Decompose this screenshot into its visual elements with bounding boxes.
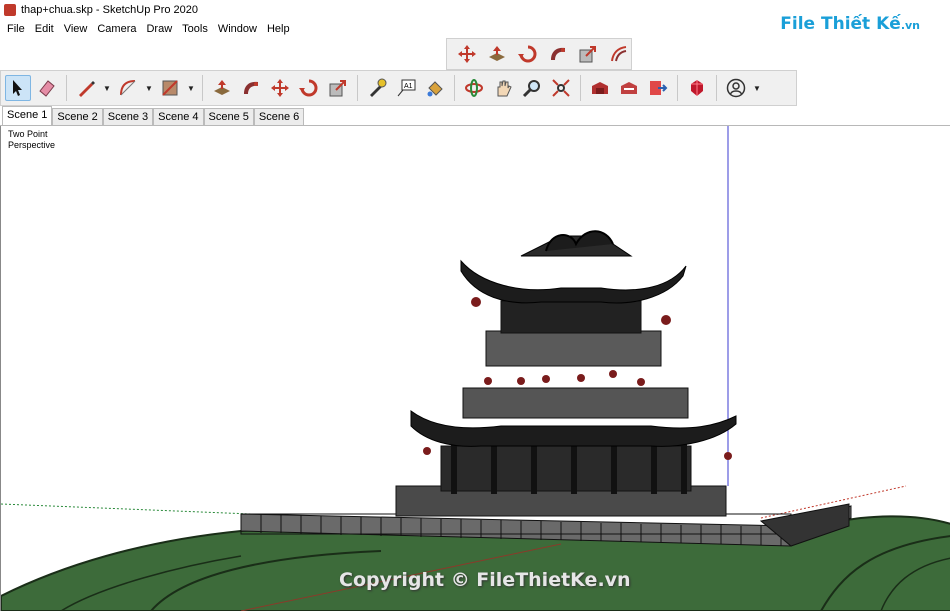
account-button[interactable] — [723, 75, 749, 101]
orbit-icon — [465, 79, 483, 97]
follow-me-button[interactable] — [238, 75, 264, 101]
move-button[interactable] — [455, 41, 479, 67]
toolbar-separator — [580, 75, 581, 101]
upper-balcony — [485, 330, 662, 367]
orbit-button[interactable] — [461, 75, 487, 101]
warehouse-icon — [592, 82, 608, 94]
toolbar-separator — [454, 75, 455, 101]
menu-edit[interactable]: Edit — [30, 23, 59, 35]
follow-me-icon — [551, 47, 566, 60]
menu-view[interactable]: View — [59, 23, 93, 35]
window-title: thap+chua.skp - SketchUp Pro 2020 — [21, 4, 199, 16]
line-dropdown-icon[interactable]: ▼ — [102, 75, 112, 101]
tape-measure-icon — [370, 78, 387, 97]
push-pull-button[interactable] — [485, 41, 509, 67]
push-pull-icon — [489, 46, 506, 61]
tab-scene-4[interactable]: Scene 4 — [153, 108, 204, 125]
push-pull-icon — [214, 80, 230, 95]
scale-button[interactable] — [576, 41, 600, 67]
3d-scene — [1, 126, 950, 611]
account-dropdown-icon[interactable]: ▼ — [752, 75, 762, 101]
move-button[interactable] — [267, 75, 293, 101]
line-button[interactable] — [73, 75, 99, 101]
select-icon — [13, 80, 22, 96]
tab-scene-6[interactable]: Scene 6 — [253, 108, 305, 125]
offset-icon — [610, 46, 627, 62]
warehouse-button[interactable] — [587, 75, 613, 101]
model-viewport[interactable]: Two Point Perspective Copyright © FileTh… — [0, 126, 950, 611]
edit-toolbar — [446, 38, 632, 70]
toolbar-separator — [716, 75, 717, 101]
rotate-button[interactable] — [296, 75, 322, 101]
follow-me-button[interactable] — [546, 41, 570, 67]
zoom-extents-button[interactable] — [548, 75, 574, 101]
menu-bar: File Edit View Camera Draw Tools Window … — [0, 20, 950, 38]
scene-tabs: Scene 1 Scene 2 Scene 3 Scene 4 Scene 5 … — [0, 106, 950, 126]
top-roof-eaves — [460, 259, 687, 304]
follow-me-icon — [244, 81, 258, 94]
extension-warehouse-button[interactable] — [616, 75, 642, 101]
rotate-icon — [299, 79, 318, 97]
svg-text:A1: A1 — [404, 83, 413, 90]
ruby-icon — [691, 80, 703, 96]
tab-scene-2[interactable]: Scene 2 — [52, 108, 103, 125]
toolbar-separator — [677, 75, 678, 101]
paint-bucket-button[interactable] — [422, 75, 448, 101]
menu-file[interactable]: File — [2, 23, 30, 35]
paint-bucket-icon — [427, 81, 443, 97]
rotate-icon — [517, 45, 537, 63]
pan-icon — [497, 80, 512, 97]
push-pull-button[interactable] — [209, 75, 235, 101]
sketchup-logo-icon — [4, 4, 16, 16]
green-axis — [1, 503, 252, 515]
eraser-icon — [39, 80, 55, 97]
offset-button[interactable] — [607, 41, 631, 67]
camera-mode-label: Two Point Perspective — [8, 129, 55, 151]
extension-warehouse-icon — [621, 82, 637, 94]
rectangle-button[interactable] — [157, 75, 183, 101]
eraser-button[interactable] — [34, 75, 60, 101]
line-icon — [79, 81, 95, 97]
tab-scene-5[interactable]: Scene 5 — [203, 108, 254, 125]
camera-mode-line2: Perspective — [8, 140, 56, 150]
tab-scene-3[interactable]: Scene 3 — [102, 108, 154, 125]
text-button[interactable]: A1 — [393, 75, 419, 101]
upper-body — [500, 300, 642, 334]
camera-mode-line1: Two Point — [8, 129, 48, 139]
pan-button[interactable] — [490, 75, 516, 101]
scale-icon — [329, 80, 346, 97]
menu-help[interactable]: Help — [262, 23, 295, 35]
rotate-button[interactable] — [516, 41, 540, 67]
zoom-icon — [522, 80, 540, 98]
menu-draw[interactable]: Draw — [141, 23, 177, 35]
select-button[interactable] — [5, 75, 31, 101]
menu-tools[interactable]: Tools — [177, 23, 213, 35]
ruby-console-button[interactable] — [684, 75, 710, 101]
menu-window[interactable]: Window — [213, 23, 262, 35]
arc-button[interactable] — [115, 75, 141, 101]
main-toolbar: ▼ ▼ ▼ A1 ▼ — [0, 70, 797, 106]
toolbar-separator — [202, 75, 203, 101]
arc-icon — [120, 80, 136, 96]
text-icon: A1 — [397, 79, 416, 97]
send-to-layout-button[interactable] — [645, 75, 671, 101]
send-to-layout-icon — [650, 81, 668, 95]
move-icon — [458, 45, 477, 63]
toolbar-separator — [66, 75, 67, 101]
user-icon — [726, 78, 746, 98]
scale-icon — [579, 46, 597, 63]
rectangle-dropdown-icon[interactable]: ▼ — [186, 75, 196, 101]
tape-measure-button[interactable] — [364, 75, 390, 101]
zoom-extents-icon — [552, 79, 570, 97]
toolbar-separator — [357, 75, 358, 101]
scale-button[interactable] — [325, 75, 351, 101]
zoom-button[interactable] — [519, 75, 545, 101]
move-icon — [271, 79, 289, 97]
rectangle-icon — [162, 80, 178, 96]
menu-camera[interactable]: Camera — [92, 23, 141, 35]
middle-balcony — [462, 387, 689, 419]
tab-scene-1[interactable]: Scene 1 — [2, 106, 53, 125]
arc-dropdown-icon[interactable]: ▼ — [144, 75, 154, 101]
copyright-watermark: Copyright © FileThietKe.vn — [339, 569, 631, 591]
